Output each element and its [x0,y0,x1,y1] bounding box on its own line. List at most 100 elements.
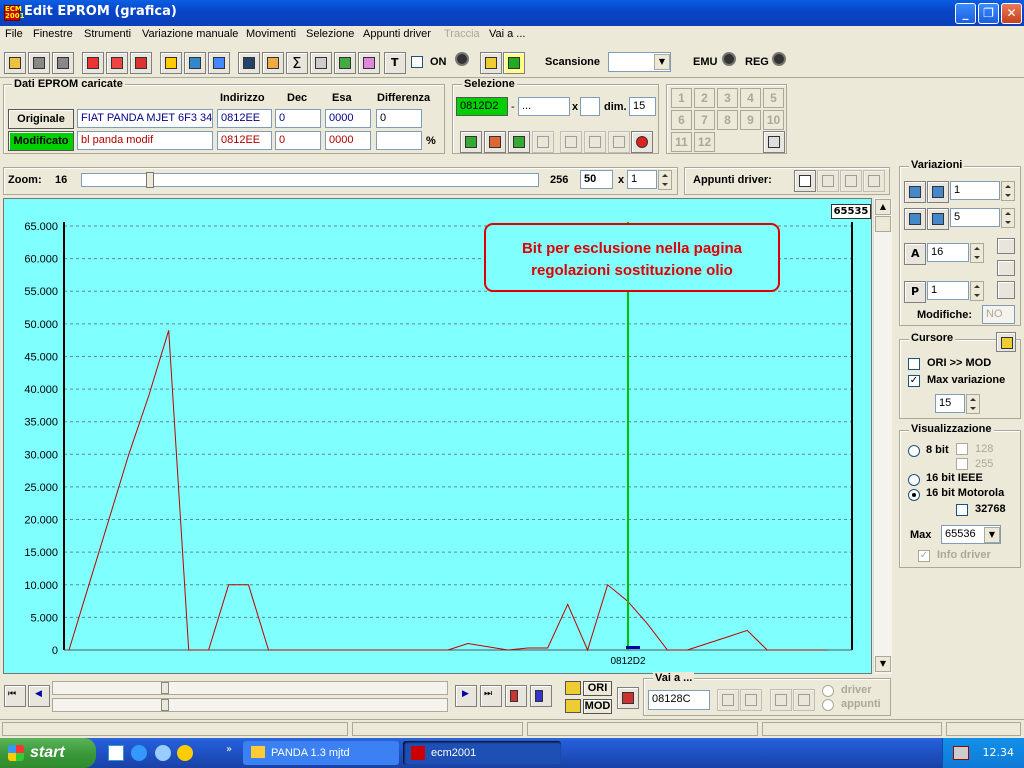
goto-fwd-icon[interactable] [793,689,815,711]
8bit-radio[interactable] [908,445,920,457]
num-button-4[interactable]: 4 [740,88,761,108]
cut-icon[interactable] [608,131,630,153]
home-icon[interactable] [160,52,182,74]
ori-lock-icon[interactable] [565,681,581,695]
selezione-start-field[interactable]: 0812D2 [456,97,508,116]
originale-esa-field[interactable]: 0000 [325,109,371,128]
var-plus1-icon[interactable] [904,181,926,203]
var3-spinner[interactable] [970,243,984,263]
next-diff-icon[interactable] [530,685,552,707]
windows-icon[interactable] [184,52,206,74]
runner-icon[interactable] [503,52,525,74]
quicklaunch-notepad-icon[interactable] [108,745,124,761]
num-button-11[interactable]: 11 [671,132,692,152]
chip-icon[interactable] [130,52,152,74]
sel-left-icon[interactable] [460,131,482,153]
panel-icon[interactable] [208,52,230,74]
info-driver-checkbox[interactable]: ✓ [918,550,930,562]
originale-button[interactable]: Originale [8,109,74,129]
menu-traccia[interactable]: Traccia [444,28,480,40]
clip2-icon[interactable] [817,170,839,192]
var-u-icon[interactable] [997,281,1015,299]
appunti-radio[interactable] [822,699,834,711]
quicklaunch-chevron-icon[interactable]: » [226,744,232,755]
var1-field[interactable]: 1 [950,181,1000,200]
var4-field[interactable]: 1 [927,281,969,300]
dim-field[interactable]: 15 [629,97,656,116]
menu-finestre[interactable]: Finestre [33,28,73,40]
modificato-dec-field[interactable]: 0 [275,131,321,150]
modificato-button[interactable]: Modificato [8,131,74,151]
scroll-down-icon[interactable]: ▼ [875,656,891,672]
menu-strumenti[interactable]: Strumenti [84,28,131,40]
num-button-2[interactable]: 2 [694,88,715,108]
num-button-12[interactable]: 12 [694,132,715,152]
differenza-field[interactable]: 0 [376,109,422,128]
chevron-down-icon[interactable]: ▼ [654,54,670,70]
motorola-radio[interactable] [908,489,920,501]
zoom-slider[interactable] [81,172,539,188]
graph-edit-icon[interactable] [262,52,284,74]
task-ecm2001[interactable]: ecm2001 [403,741,561,765]
calculator-icon[interactable] [238,52,260,74]
percent-field[interactable] [376,131,422,150]
num-button-9[interactable]: 9 [740,110,761,130]
start-button[interactable]: start [0,738,96,768]
ori-button[interactable]: ORI [583,681,612,696]
menu-file[interactable]: File [5,28,23,40]
paste-icon[interactable] [584,131,606,153]
chart-area[interactable]: 0 5.000 10.000 15.000 20.000 25.000 30.000 35.0… [3,198,872,674]
menu-variazione-manuale[interactable]: Variazione manuale [142,28,238,40]
first-icon[interactable]: ⏮ [4,685,26,707]
prev-icon[interactable]: ◀ [28,685,50,707]
modificato-name-field[interactable]: bl panda modif [77,131,213,150]
calc-sheet-icon[interactable] [763,131,785,153]
var4-spinner[interactable] [970,281,984,301]
ori-mod-checkbox[interactable] [908,358,920,370]
menu-selezione[interactable]: Selezione [306,28,354,40]
sel-mid-icon[interactable] [484,131,506,153]
hscroll-1-thumb[interactable] [161,682,169,694]
num-button-8[interactable]: 8 [717,110,738,130]
max-variazione-field[interactable]: 15 [935,394,965,413]
originale-name-field[interactable]: FIAT PANDA MJET 6F3 34 [77,109,213,128]
copy-icon[interactable] [560,131,582,153]
num-button-7[interactable]: 7 [694,110,715,130]
quicklaunch-search-icon[interactable] [155,745,171,761]
max-variazione-checkbox[interactable]: ✓ [908,375,920,387]
edit-red-icon[interactable] [106,52,128,74]
menu-movimenti[interactable]: Movimenti [246,28,296,40]
cursor-lock-icon[interactable] [996,332,1016,352]
close-button[interactable]: ✕ [1001,3,1022,24]
clip3-icon[interactable] [840,170,862,192]
clip1-icon[interactable] [794,170,816,192]
var-p-icon[interactable]: P [904,281,926,303]
quicklaunch-ie-icon[interactable] [131,745,147,761]
ieee-radio[interactable] [908,474,920,486]
save-icon[interactable] [28,52,50,74]
open-folder-icon[interactable] [4,52,26,74]
vai-a-field[interactable]: 08128C [648,690,710,710]
originale-dec-field[interactable]: 0 [275,109,321,128]
modificato-indirizzo-field[interactable]: 0812EE [217,131,272,150]
quicklaunch-media-icon[interactable] [177,745,193,761]
chart-vscroll[interactable]: ▲ ▼ [873,198,892,674]
scroll-up-icon[interactable]: ▲ [875,199,891,215]
scroll-thumb[interactable] [875,216,891,232]
num-button-5[interactable]: 5 [763,88,784,108]
num-button-1[interactable]: 1 [671,88,692,108]
var-m-small-icon[interactable] [997,238,1015,254]
goto-left-icon[interactable] [717,689,739,711]
zoom-slider-thumb[interactable] [146,172,154,188]
num-button-6[interactable]: 6 [671,110,692,130]
max-variazione-spinner[interactable] [966,394,980,414]
zoom-value-field[interactable]: 50 [580,170,613,189]
originale-indirizzo-field[interactable]: 0812EE [217,109,272,128]
text-icon[interactable]: T [384,52,406,74]
tray-network-icon[interactable] [953,746,969,760]
var2-spinner[interactable] [1001,208,1015,228]
hscroll-1[interactable] [52,681,448,695]
menu-vai-a[interactable]: Vai a ... [489,28,525,40]
32768-checkbox[interactable] [956,504,968,516]
zoom-spinner[interactable] [658,170,672,190]
